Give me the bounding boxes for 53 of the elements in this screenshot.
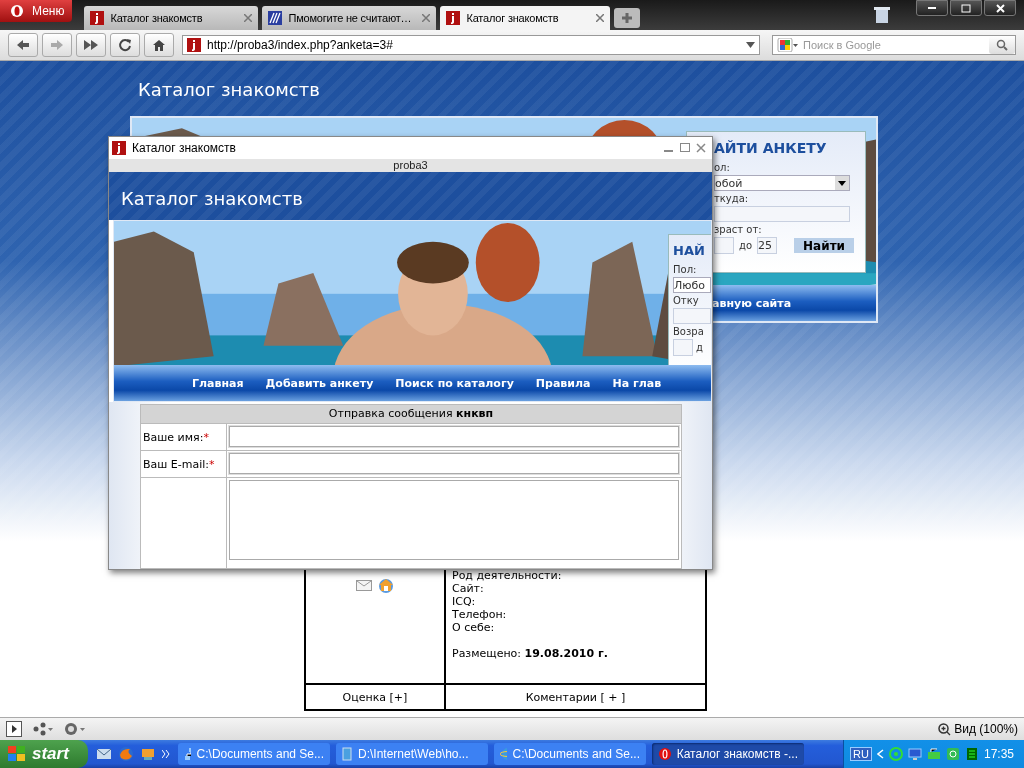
taskbar-button[interactable]: D:\Internet\Web\ho... xyxy=(336,743,488,765)
browser-tab[interactable]: Каталог знакомств xyxy=(440,6,611,30)
address-field[interactable]: http://proba3/index.php?anketa=3# xyxy=(182,35,760,55)
language-indicator[interactable]: RU xyxy=(850,747,872,761)
nav-link[interactable]: Главная xyxy=(192,376,244,390)
field-label: Ваше имя:* xyxy=(141,423,227,450)
clock: 17:35 xyxy=(983,747,1014,761)
nav-link[interactable]: Поиск по каталогу xyxy=(395,376,514,390)
field-label: Отку xyxy=(673,295,700,307)
field-label: Ваш E-mail:* xyxy=(141,450,227,477)
zoom-control[interactable]: Вид (100%) xyxy=(938,722,1018,736)
nav-link[interactable]: Правила xyxy=(535,376,591,390)
panel-title: НАЙ xyxy=(673,243,706,259)
tab-title: Каталог знакомств xyxy=(110,12,204,24)
gender-select[interactable]: обой xyxy=(714,175,850,191)
taskbar-button[interactable]: Каталог знакомств -... xyxy=(652,743,804,765)
tab-title: Пмомогите не считают… xyxy=(288,12,413,24)
profile-field: Телефон: xyxy=(452,608,507,621)
start-button[interactable]: start xyxy=(0,740,88,768)
age-to-field[interactable]: 25 xyxy=(757,237,778,254)
posted-date: Размещено: 19.08.2010 г. xyxy=(452,647,608,660)
search-field[interactable]: Поиск в Google xyxy=(772,35,1016,55)
profile-field: Род деятельности: xyxy=(452,569,562,582)
panel-title: АЙТИ АНКЕТУ xyxy=(714,140,828,156)
form-heading: Отправка сообщения кнквп xyxy=(141,405,681,423)
tab-title: Каталог знакомств xyxy=(466,12,560,24)
field-label: Возра xyxy=(673,326,705,338)
site-title: Каталог знакомств xyxy=(109,172,712,221)
profile-field: Сайт: xyxy=(452,582,484,595)
field-label: до xyxy=(739,240,753,251)
field-label: зраст от: xyxy=(714,224,763,235)
profile-field: О себе: xyxy=(452,621,495,634)
browser-tab[interactable]: Каталог знакомств xyxy=(84,6,259,30)
field-label: д xyxy=(696,342,703,354)
rating-link[interactable]: Оценка [+] xyxy=(342,690,408,704)
url-text: http://proba3/index.php?anketa=3# xyxy=(207,38,394,52)
field-label: ткуда: xyxy=(714,193,750,204)
address-text: proba3 xyxy=(109,159,712,173)
site-title: Каталог знакомств xyxy=(137,78,321,102)
comments-link[interactable]: Коментарии [ + ] xyxy=(525,690,626,704)
nav-link[interactable]: авную сайта xyxy=(712,296,792,310)
profile-field: ICQ: xyxy=(452,595,476,608)
field-label: Пол: xyxy=(673,264,698,276)
nav-link[interactable]: Добавить анкету xyxy=(265,376,374,390)
taskbar-button[interactable]: C:\Documents and Se... xyxy=(178,743,330,765)
gender-select[interactable]: Любо xyxy=(673,277,711,294)
field-label: ол: xyxy=(714,162,731,173)
find-button[interactable]: Найти xyxy=(794,238,855,253)
window-title: Каталог знакомств xyxy=(132,141,237,156)
taskbar-button[interactable]: C:\Documents and Se... xyxy=(494,743,646,765)
nav-link[interactable]: На глав xyxy=(612,376,662,390)
browser-tab[interactable]: Пмомогите не считают… xyxy=(262,6,437,30)
menu-button[interactable]: Меню xyxy=(0,0,73,22)
